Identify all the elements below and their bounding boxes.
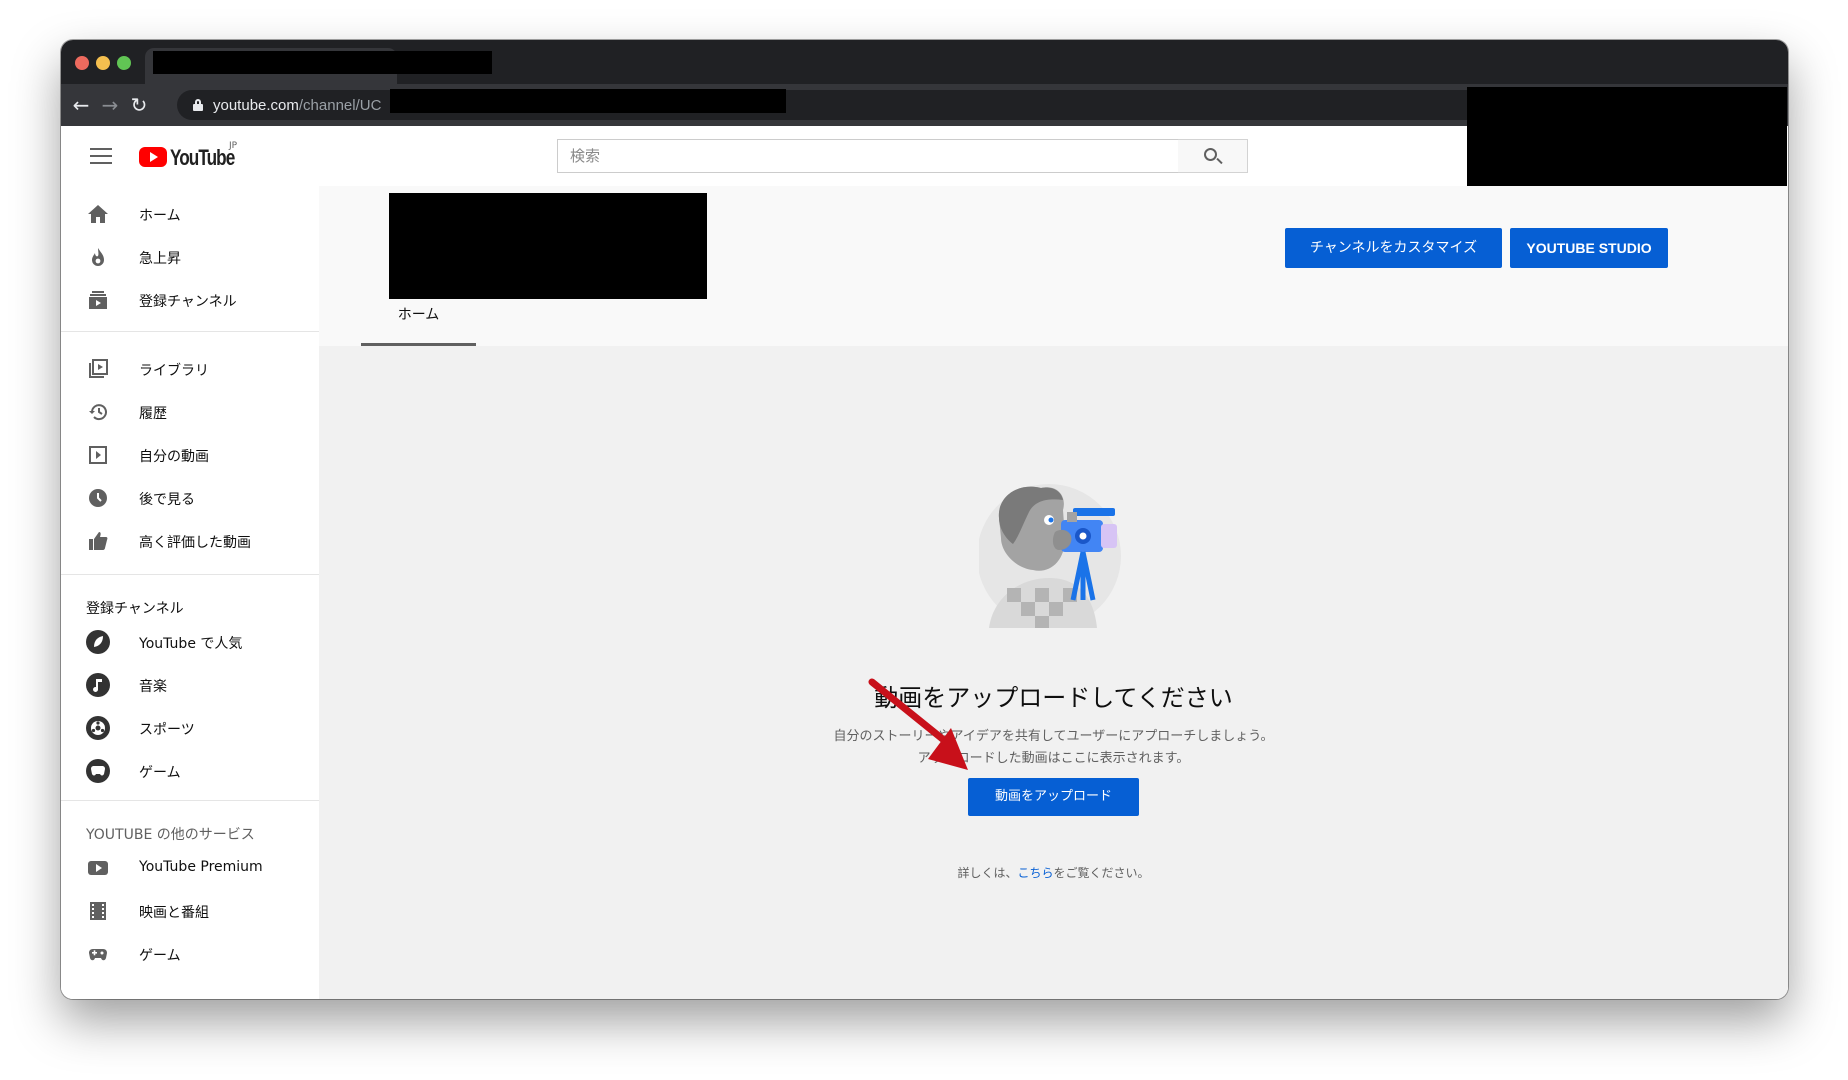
sidebar-divider [61, 574, 319, 575]
channel-content: チャンネルをカスタマイズ YOUTUBE STUDIO ホーム 動画をアップロー… [319, 186, 1788, 999]
browser-window: ← → ↻ youtube.com/channel/UC YouTube JP [61, 40, 1788, 999]
sidebar-item-liked-videos[interactable]: 高く評価した動画 [61, 521, 319, 561]
sidebar-item-library[interactable]: ライブラリ [61, 349, 319, 389]
lock-icon [193, 99, 203, 111]
empty-state-description-line2: アップロードした動画はここに表示されます。 [917, 751, 1190, 766]
upload-video-button[interactable]: 動画をアップロード [968, 778, 1139, 816]
sidebar-item-home[interactable]: ホーム [61, 194, 319, 234]
search-input[interactable] [558, 140, 1178, 172]
menu-icon[interactable] [90, 148, 112, 164]
learn-more-prefix: 詳しくは、 [957, 866, 1018, 880]
tab-strip [61, 40, 1788, 84]
sidebar-item-music[interactable]: 音楽 [61, 665, 319, 705]
sidebar-item-movies[interactable]: 映画と番組 [61, 891, 319, 931]
logo-wordmark: YouTube [170, 145, 235, 170]
search-button[interactable] [1178, 139, 1248, 173]
search-box [557, 139, 1179, 173]
subscriptions-heading: 登録チャンネル [86, 601, 184, 617]
logo-region: JP [229, 141, 238, 151]
sidebar-item-gaming[interactable]: ゲーム [61, 751, 319, 791]
sidebar-item-label: 高く評価した動画 [139, 535, 251, 551]
empty-state-description-line1: 自分のストーリーやアイデアを共有してユーザーにアプローチしましょう。 [833, 729, 1274, 744]
sidebar-item-label: 音楽 [139, 679, 167, 695]
sidebar-divider [61, 331, 319, 332]
sidebar-item-sports[interactable]: スポーツ [61, 708, 319, 748]
sidebar-item-label: ホーム [139, 208, 181, 224]
video-creator-illustration [979, 484, 1121, 628]
sidebar-item-watch-later[interactable]: 後で見る [61, 478, 319, 518]
close-window-button[interactable] [75, 56, 89, 70]
sidebar-item-label: 自分の動画 [139, 449, 209, 465]
popular-icon [86, 630, 110, 654]
channel-header: チャンネルをカスタマイズ YOUTUBE STUDIO ホーム [319, 186, 1788, 346]
premium-icon [88, 861, 108, 875]
sidebar-item-label: YouTube Premium [139, 859, 263, 875]
minimize-window-button[interactable] [96, 56, 110, 70]
youtube-studio-button[interactable]: YOUTUBE STUDIO [1510, 228, 1668, 268]
learn-more-text: 詳しくは、こちらをご覧ください。 [319, 864, 1788, 881]
maximize-window-button[interactable] [117, 56, 131, 70]
library-icon [89, 359, 108, 378]
sidebar-item-label: ゲーム [139, 948, 181, 964]
sidebar-item-subscriptions[interactable]: 登録チャンネル [61, 280, 319, 320]
youtube-play-icon [139, 147, 167, 167]
subscriptions-icon [89, 291, 107, 309]
learn-more-link[interactable]: こちら [1017, 866, 1053, 880]
watch-later-icon [89, 489, 107, 507]
thumbs-up-icon [89, 532, 108, 550]
gaming-icon [89, 949, 107, 961]
home-icon [88, 205, 108, 223]
redacted-tab-title [153, 51, 492, 74]
sidebar-item-label: 急上昇 [139, 251, 181, 267]
learn-more-suffix: をご覧ください。 [1053, 866, 1150, 880]
url-text: youtube.com/channel/UC [213, 97, 382, 114]
music-icon [86, 673, 110, 697]
more-services-heading: YOUTUBE の他のサービス [86, 827, 255, 843]
my-videos-icon [89, 446, 107, 464]
sidebar-item-label: YouTube で人気 [139, 636, 243, 652]
sidebar-item-history[interactable]: 履歴 [61, 392, 319, 432]
search-icon [1204, 148, 1217, 161]
customize-channel-button[interactable]: チャンネルをカスタマイズ [1285, 228, 1502, 268]
film-icon [90, 902, 106, 920]
sidebar-item-my-videos[interactable]: 自分の動画 [61, 435, 319, 475]
sports-icon [86, 716, 110, 740]
sidebar-item-label: ライブラリ [139, 363, 209, 379]
redacted-account-area [1467, 87, 1787, 193]
active-tab-indicator [361, 343, 476, 346]
sidebar-item-label: 履歴 [139, 406, 167, 422]
sidebar-item-label: スポーツ [139, 722, 195, 738]
sidebar-divider [61, 800, 319, 801]
flame-icon [92, 248, 104, 266]
sidebar-item-gaming-service[interactable]: ゲーム [61, 934, 319, 974]
sidebar-item-label: 後で見る [139, 492, 195, 508]
tab-home[interactable]: ホーム [361, 286, 476, 346]
redacted-url [390, 89, 786, 113]
sidebar-item-label: 映画と番組 [139, 905, 209, 921]
youtube-page: YouTube JP ホーム 急上昇 登録チャンネ [61, 87, 1788, 999]
sidebar-item-trending[interactable]: 急上昇 [61, 237, 319, 277]
sidebar-item-label: ゲーム [139, 765, 181, 781]
redacted-channel-info [389, 193, 707, 299]
sidebar-item-label: 登録チャンネル [139, 294, 237, 310]
reload-icon[interactable]: ↻ [125, 91, 153, 119]
gaming-icon [86, 759, 110, 783]
back-arrow-icon[interactable]: ← [67, 91, 95, 119]
sidebar-item-popular[interactable]: YouTube で人気 [61, 622, 319, 662]
forward-arrow-icon[interactable]: → [96, 91, 124, 119]
empty-state-title: 動画をアップロードしてください [874, 684, 1233, 712]
sidebar-item-premium[interactable]: YouTube Premium [61, 848, 319, 888]
history-icon [89, 404, 107, 421]
sidebar: ホーム 急上昇 登録チャンネル ライブラリ 履歴 自分の動画 後で見る 高く評価… [61, 186, 319, 999]
